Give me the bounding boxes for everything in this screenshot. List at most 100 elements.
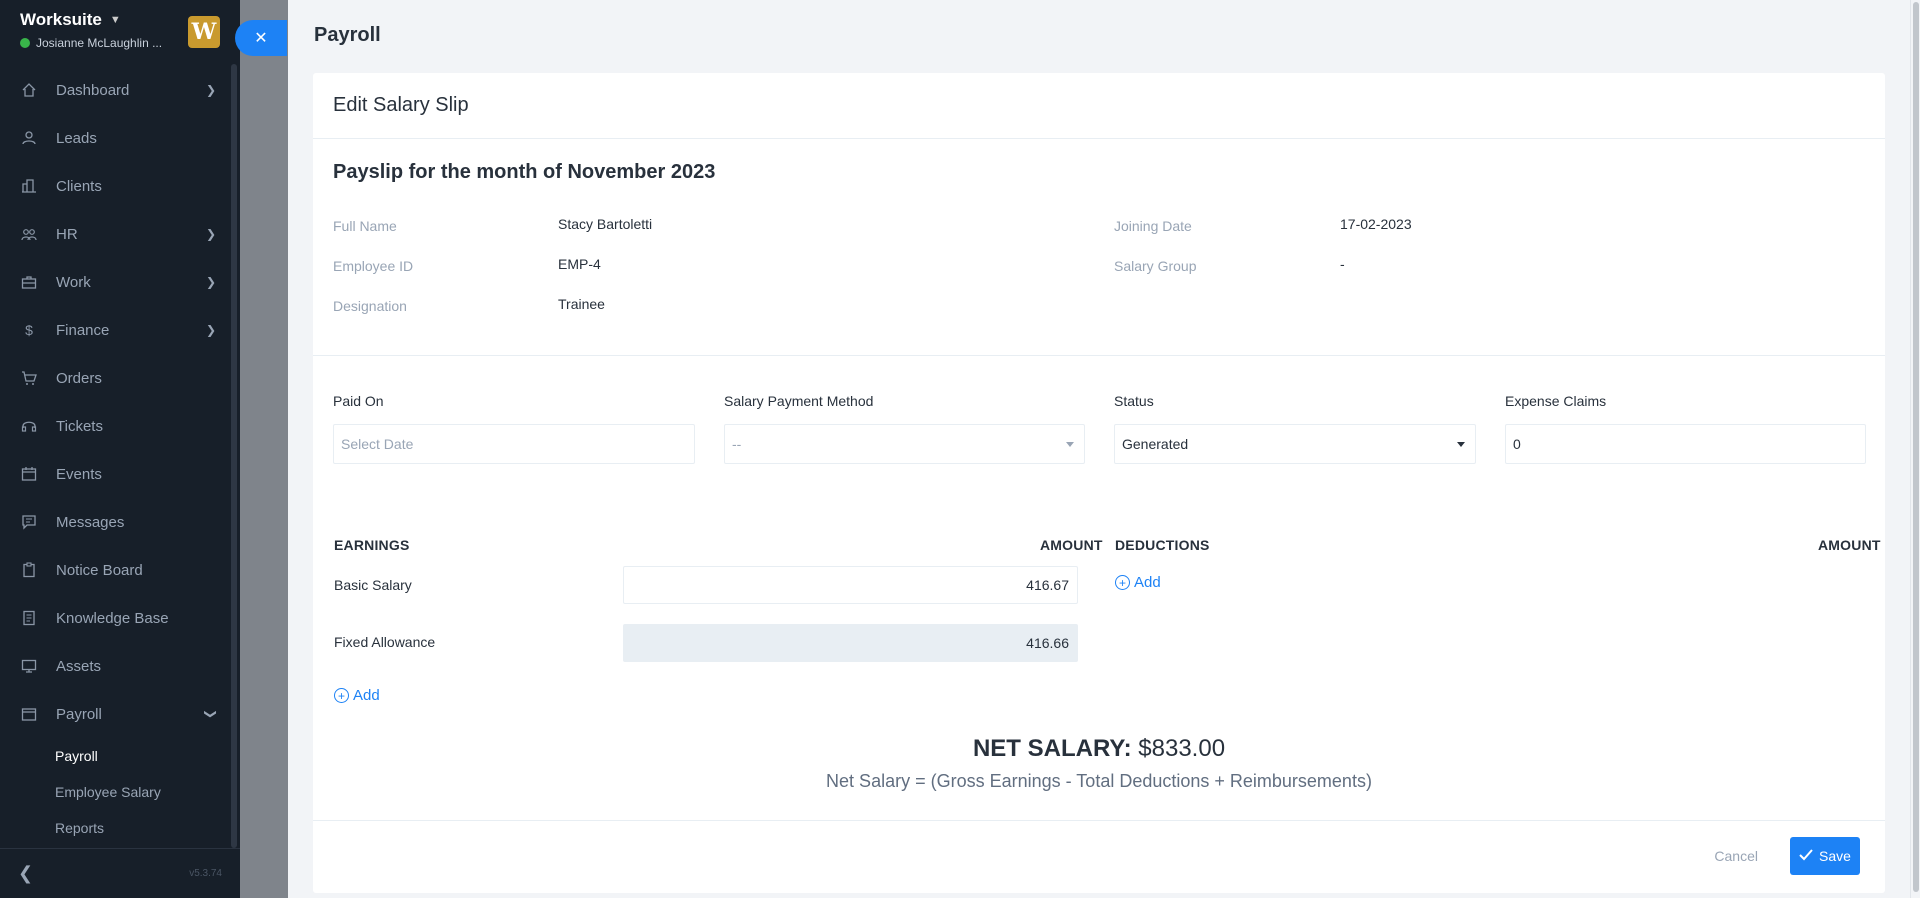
sidebar-item-notice-board[interactable]: Notice Board [0, 546, 240, 594]
close-panel-button[interactable]: ✕ [235, 20, 287, 56]
fixed-allowance-label: Fixed Allowance [334, 634, 436, 650]
right-modal-panel: Payroll Edit Salary Slip Payslip for the… [288, 0, 1910, 898]
salary-group-value: - [1340, 256, 1345, 272]
sidebar-item-tickets[interactable]: Tickets [0, 402, 240, 450]
card-footer: Cancel Save [313, 820, 1885, 893]
fixed-allowance-input: 416.66 [623, 624, 1078, 662]
card-header: Edit Salary Slip [313, 73, 1885, 139]
basic-salary-input[interactable]: 416.67 [623, 566, 1078, 604]
save-button[interactable]: Save [1790, 837, 1860, 875]
sidebar-subitem-employee-salary[interactable]: Employee Salary [0, 774, 240, 810]
payment-method-label: Salary Payment Method [724, 393, 874, 409]
add-earning-button[interactable]: + Add [334, 687, 380, 704]
sidebar-item-label: Knowledge Base [56, 609, 169, 627]
sidebar: Worksuite ▼ Josianne McLaughlin ... W Da… [0, 0, 240, 898]
dollar-icon: $ [25, 322, 33, 338]
sidebar-item-label: Notice Board [56, 561, 143, 579]
sidebar-item-label: Payroll [56, 705, 102, 723]
paid-on-date-input[interactable]: Select Date [333, 424, 695, 464]
sidebar-scrollbar[interactable] [231, 64, 237, 848]
sidebar-item-knowledge-base[interactable]: Knowledge Base [0, 594, 240, 642]
online-status-icon [20, 38, 30, 48]
full-name-label: Full Name [333, 218, 397, 234]
modal-backdrop[interactable] [240, 0, 288, 898]
sidebar-item-label: Dashboard [56, 81, 130, 99]
chevron-right-icon: ❯ [205, 275, 216, 289]
designation-label: Designation [333, 298, 407, 314]
company-logo[interactable]: W [188, 16, 220, 48]
sidebar-item-label: Orders [56, 369, 102, 387]
fixed-allowance-amount: 416.66 [1026, 635, 1069, 651]
sidebar-item-orders[interactable]: Orders [0, 354, 240, 402]
status-select[interactable]: Generated [1114, 424, 1476, 464]
section-divider [313, 355, 1885, 356]
page-scrollbar[interactable] [1910, 0, 1920, 898]
joining-date-label: Joining Date [1114, 218, 1192, 234]
sidebar-item-finance[interactable]: $ Finance ❯ [0, 306, 240, 354]
collapse-sidebar-icon[interactable]: ❮ [18, 863, 33, 884]
sidebar-item-label: Leads [56, 129, 97, 147]
add-deduction-label: Add [1134, 574, 1161, 591]
sidebar-item-payroll[interactable]: Payroll ❯ [0, 690, 240, 738]
sidebar-item-messages[interactable]: Messages [0, 498, 240, 546]
sidebar-subitem-payroll[interactable]: Payroll [0, 738, 240, 774]
briefcase-icon [20, 273, 38, 291]
sidebar-item-work[interactable]: Work ❯ [0, 258, 240, 306]
building-icon [20, 177, 38, 195]
payment-method-value: -- [732, 436, 742, 452]
brand-name: Worksuite [20, 10, 102, 29]
net-salary: NET SALARY: $833.00 [313, 735, 1885, 763]
sidebar-item-dashboard[interactable]: Dashboard ❯ [0, 66, 240, 114]
status-label: Status [1114, 393, 1154, 409]
caret-down-icon [1457, 442, 1465, 447]
chevron-down-icon: ▼ [109, 14, 121, 26]
plus-circle-icon: + [334, 688, 349, 703]
sidebar-item-leads[interactable]: Leads [0, 114, 240, 162]
paid-on-placeholder: Select Date [341, 436, 414, 452]
salary-group-label: Salary Group [1114, 258, 1197, 274]
joining-date-value: 17-02-2023 [1340, 216, 1412, 232]
sidebar-item-label: Clients [56, 177, 102, 195]
chevron-down-icon: ❯ [203, 708, 218, 720]
sidebar-item-events[interactable]: Events [0, 450, 240, 498]
employee-id-value: EMP-4 [558, 256, 601, 272]
basic-salary-label: Basic Salary [334, 577, 412, 593]
monitor-icon [20, 657, 38, 675]
people-icon [20, 225, 38, 243]
user-name: Josianne McLaughlin ... [36, 36, 163, 50]
expense-claims-label: Expense Claims [1505, 393, 1607, 409]
deductions-amount-header: AMOUNT [1818, 537, 1881, 553]
sidebar-item-assets[interactable]: Assets [0, 642, 240, 690]
cart-icon [20, 369, 38, 387]
panel-title: Payroll [314, 24, 381, 46]
caret-down-icon [1066, 442, 1074, 447]
calendar-icon [20, 465, 38, 483]
clipboard-icon [20, 561, 38, 579]
add-deduction-button[interactable]: + Add [1115, 574, 1161, 591]
sidebar-item-label: Work [56, 273, 91, 291]
chevron-right-icon: ❯ [205, 323, 216, 337]
payment-method-select[interactable]: -- [724, 424, 1085, 464]
wallet-icon [20, 705, 38, 723]
book-icon [20, 609, 38, 627]
scrollbar-thumb[interactable] [1913, 2, 1919, 892]
sidebar-item-clients[interactable]: Clients [0, 162, 240, 210]
designation-value: Trainee [558, 296, 605, 312]
cancel-button[interactable]: Cancel [1714, 848, 1758, 864]
chevron-right-icon: ❯ [205, 227, 216, 241]
home-icon [20, 81, 38, 99]
employee-id-label: Employee ID [333, 258, 414, 274]
app-version: v5.3.74 [189, 868, 222, 879]
sidebar-item-hr[interactable]: HR ❯ [0, 210, 240, 258]
sidebar-footer: ❮ v5.3.74 [0, 848, 240, 898]
add-earning-label: Add [353, 687, 380, 704]
sidebar-subitem-reports[interactable]: Reports [0, 810, 240, 846]
sidebar-item-label: Finance [56, 321, 110, 339]
net-salary-value: $833.00 [1138, 735, 1226, 762]
salary-slip-card: Edit Salary Slip Payslip for the month o… [313, 73, 1885, 893]
headset-icon [20, 417, 38, 435]
basic-salary-amount: 416.67 [1026, 577, 1069, 593]
expense-claims-input[interactable]: 0 [1505, 424, 1866, 464]
check-icon [1799, 848, 1813, 864]
sidebar-item-label: Tickets [56, 417, 103, 435]
